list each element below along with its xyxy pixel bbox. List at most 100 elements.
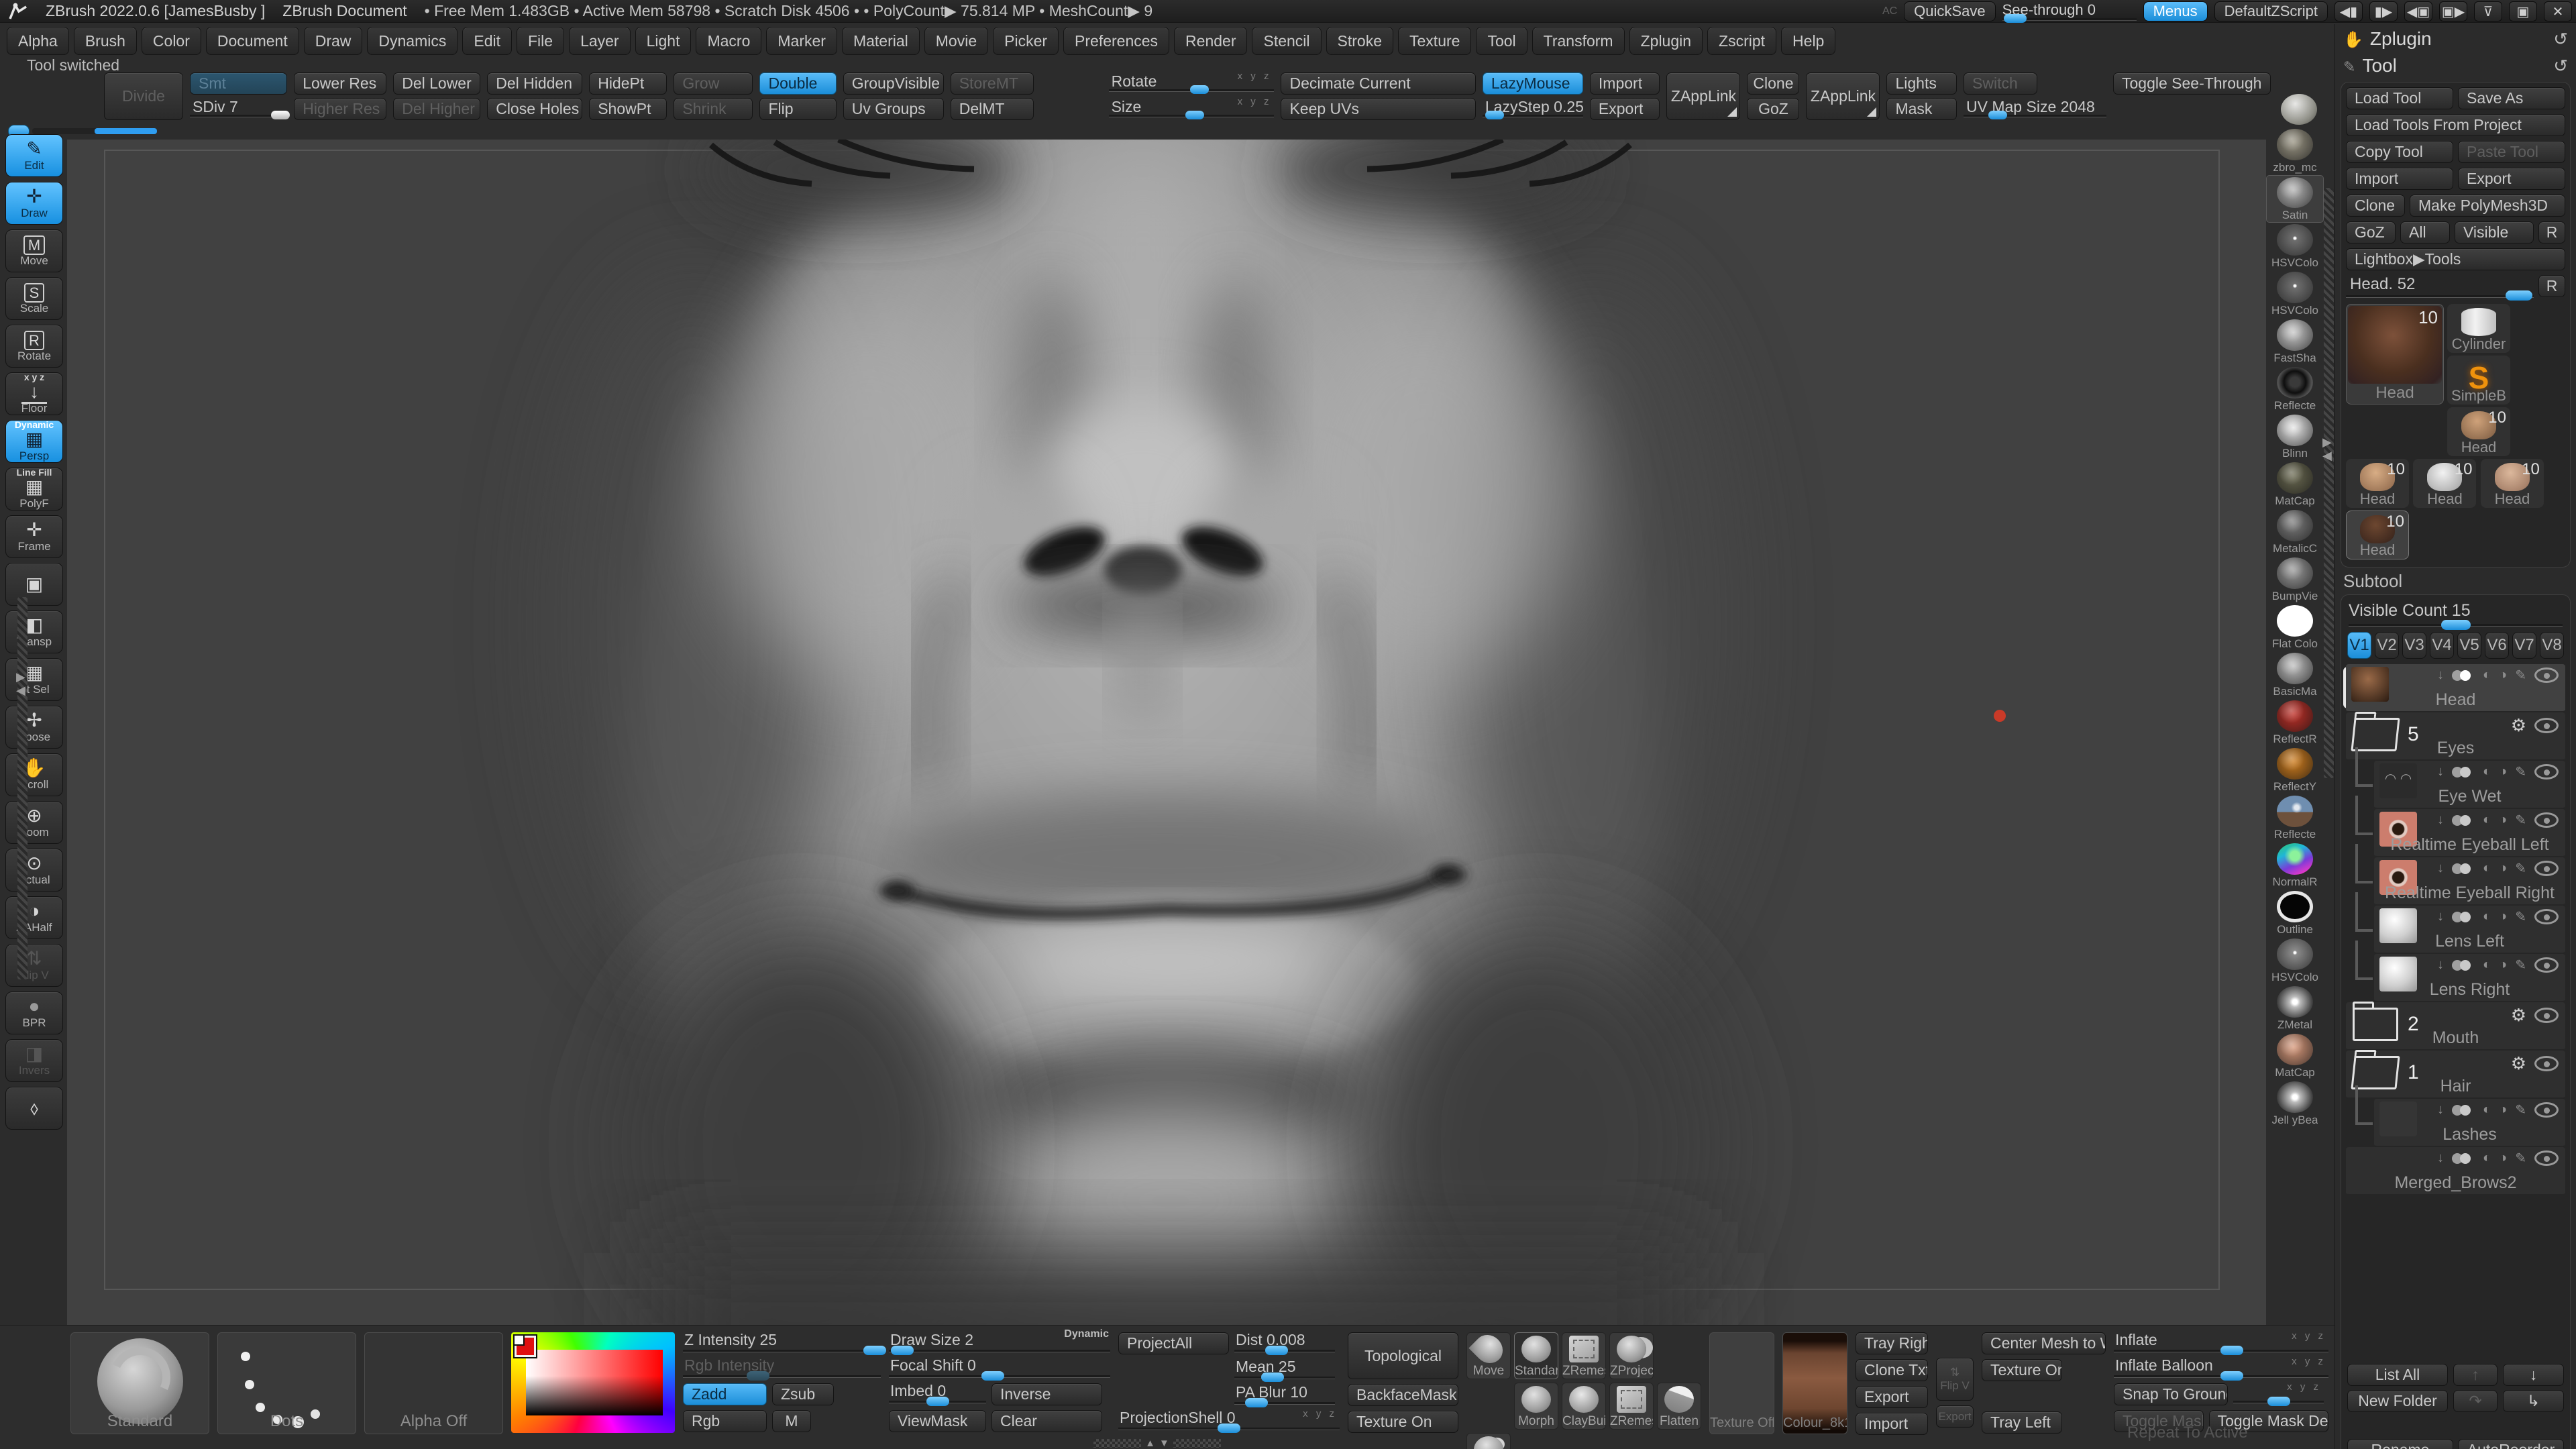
material-item[interactable]: Reflecte bbox=[2266, 366, 2324, 413]
del-hidden-button[interactable]: Del Hidden bbox=[487, 72, 582, 95]
quick-brush-thumbnail[interactable]: ZProject bbox=[1609, 1332, 1654, 1379]
shrink-button[interactable]: Shrink bbox=[674, 98, 753, 120]
material-item[interactable]: MatCap bbox=[2266, 461, 2324, 508]
color-picker[interactable] bbox=[511, 1332, 675, 1433]
inflate-slider[interactable]: Inflate x y z bbox=[2114, 1332, 2328, 1353]
polypaint-icon[interactable] bbox=[2452, 670, 2475, 681]
material-item[interactable]: Reflecte bbox=[2266, 794, 2324, 842]
visibility-eye-icon[interactable] bbox=[2534, 812, 2559, 828]
lower-res-button[interactable]: Lower Res bbox=[294, 72, 386, 95]
move-down-icon-button[interactable]: ↓ bbox=[2503, 1364, 2564, 1386]
left-toolbar-button[interactable]: Transp bbox=[5, 610, 63, 653]
delmt-button[interactable]: DelMT bbox=[951, 98, 1034, 120]
left-toolbar-button[interactable]: Actual bbox=[5, 849, 63, 892]
import-texture-button[interactable]: Import bbox=[1856, 1413, 1928, 1435]
menu-item[interactable]: Brush bbox=[74, 27, 137, 55]
quick-brush-thumbnail[interactable]: Move bbox=[1466, 1332, 1511, 1379]
refresh-icon[interactable] bbox=[2553, 55, 2568, 76]
imbed-slider[interactable]: Imbed 0 bbox=[889, 1383, 986, 1404]
link-arrow-icon[interactable]: ↓ bbox=[2437, 764, 2444, 780]
menu-item[interactable]: Zplugin bbox=[1629, 27, 1703, 55]
paint-brush-icon[interactable]: ✎ bbox=[2515, 812, 2526, 828]
active-tool-slider[interactable]: Head. 52 bbox=[2346, 275, 2534, 299]
menu-item[interactable]: Picker bbox=[993, 27, 1059, 55]
material-item[interactable]: BasicMa bbox=[2266, 651, 2324, 699]
right-tray-collapse-arrows[interactable]: ▶◀ bbox=[2322, 436, 2332, 462]
visibility-eye-icon[interactable] bbox=[2534, 1102, 2559, 1118]
polypaint-icon[interactable] bbox=[2452, 912, 2475, 922]
gear-icon[interactable] bbox=[2511, 1053, 2526, 1074]
visibility-eye-icon[interactable] bbox=[2534, 1056, 2559, 1071]
left-tray-toggle-icon[interactable]: ◀▮ bbox=[2334, 1, 2363, 21]
zplugin-header[interactable]: Zplugin bbox=[2341, 25, 2571, 52]
visibility-eye-icon[interactable] bbox=[2534, 1150, 2559, 1166]
import-button[interactable]: Import bbox=[1590, 72, 1660, 95]
inflate-balloon-slider[interactable]: Inflate Balloon x y z bbox=[2114, 1358, 2328, 1379]
zapplink-button[interactable]: ZAppLink bbox=[1666, 72, 1740, 120]
z-intensity-slider[interactable]: Z Intensity 25 bbox=[683, 1332, 881, 1353]
material-item[interactable]: Blinn bbox=[2266, 413, 2324, 461]
lazystep-slider[interactable]: LazyStep 0.25 bbox=[1483, 98, 1583, 120]
shade-icon[interactable]: ◐ bbox=[2483, 764, 2491, 780]
tool-thumbnail[interactable]: 10 Head bbox=[2447, 407, 2510, 456]
view-tab[interactable]: V3 bbox=[2402, 632, 2426, 659]
snap-to-ground-button[interactable]: Snap To Ground bbox=[2114, 1383, 2228, 1405]
subtool-row[interactable]: 1 ↓ ◐ ◑ ✎ bbox=[2346, 1051, 2565, 1099]
left-toolbar-button[interactable]: AAHalf bbox=[5, 896, 63, 939]
active-tool-thumbnail[interactable]: 10 Head bbox=[2346, 304, 2444, 405]
link-arrow-icon[interactable]: ↓ bbox=[2437, 667, 2444, 683]
quick-brush-thumbnail[interactable]: Inflat bbox=[1466, 1433, 1511, 1449]
paint-brush-icon[interactable]: ✎ bbox=[2515, 1150, 2526, 1167]
menu-item[interactable]: Zscript bbox=[1707, 27, 1776, 55]
rename-button[interactable]: Rename bbox=[2347, 1439, 2453, 1449]
copy-tool-button[interactable]: Copy Tool bbox=[2346, 141, 2453, 163]
left-toolbar-button[interactable]: Scroll bbox=[5, 753, 63, 796]
left-toolbar-button[interactable]: Rotate bbox=[5, 325, 63, 368]
link-arrow-icon[interactable]: ↓ bbox=[2437, 909, 2444, 924]
view-tab[interactable]: V5 bbox=[2457, 632, 2481, 659]
decimate-current-button[interactable]: Decimate Current bbox=[1281, 72, 1475, 95]
subtool-row[interactable]: ↓ ◐ ◑ ✎ Lashes bbox=[2374, 1099, 2565, 1147]
gear-icon[interactable] bbox=[2511, 715, 2526, 736]
tool-r-button[interactable]: R bbox=[2538, 275, 2565, 297]
link-arrow-icon[interactable]: ↓ bbox=[2437, 861, 2444, 876]
menu-item[interactable]: Color bbox=[142, 27, 201, 55]
current-material-preview[interactable] bbox=[2281, 94, 2317, 125]
quick-brush-thumbnail[interactable]: Flatten bbox=[1657, 1383, 1701, 1430]
left-toolbar-button[interactable]: Draw bbox=[5, 182, 63, 225]
higher-res-button[interactable]: Higher Res bbox=[294, 98, 386, 120]
clear-button[interactable]: Clear bbox=[991, 1410, 1102, 1432]
menu-item[interactable]: Help bbox=[1781, 27, 1835, 55]
uv-map-size-slider[interactable]: UV Map Size 2048 bbox=[1964, 98, 2106, 120]
menu-item[interactable]: Document bbox=[206, 27, 299, 55]
tool-thumbnail[interactable]: 10 Head bbox=[2481, 459, 2544, 508]
export-button[interactable]: Export bbox=[1590, 98, 1660, 120]
close-holes-button[interactable]: Close Holes bbox=[487, 98, 582, 120]
new-folder-button[interactable]: New Folder bbox=[2347, 1390, 2448, 1412]
left-toolbar-button[interactable] bbox=[5, 1087, 63, 1130]
material-item[interactable]: ZMetal bbox=[2266, 985, 2324, 1032]
material-item[interactable]: NormalR bbox=[2266, 842, 2324, 890]
texture-off-slot[interactable]: Texture Off bbox=[1709, 1332, 1774, 1434]
autoreorder-button[interactable]: AutoReorder bbox=[2458, 1439, 2564, 1449]
quick-brush-thumbnail[interactable]: Morph bbox=[1514, 1383, 1558, 1430]
shade-icon[interactable]: ◐ bbox=[2483, 909, 2491, 924]
refresh-icon[interactable] bbox=[2553, 28, 2568, 50]
make-polymesh3d-button[interactable]: Make PolyMesh3D bbox=[2410, 195, 2565, 217]
contrast-icon[interactable]: ◑ bbox=[2499, 1150, 2507, 1166]
polypaint-icon[interactable] bbox=[2452, 960, 2475, 971]
paint-brush-icon[interactable]: ✎ bbox=[2515, 908, 2526, 925]
left-toolbar-button[interactable]: Dynamic Persp bbox=[5, 420, 63, 463]
material-item[interactable]: FastSha bbox=[2266, 318, 2324, 366]
subtool-row[interactable]: ↓ ◐ ◑ ✎ Merged_Brows2 bbox=[2346, 1147, 2565, 1195]
menus-toggle-button[interactable]: Menus bbox=[2143, 1, 2208, 21]
tray-left-button[interactable]: Tray Left bbox=[1982, 1411, 2062, 1434]
view-tab[interactable]: V1 bbox=[2347, 632, 2371, 659]
saturation-value-square[interactable] bbox=[526, 1350, 663, 1415]
texture-on-button[interactable]: Texture On bbox=[1348, 1411, 1458, 1433]
material-item[interactable]: MetalicC bbox=[2266, 508, 2324, 556]
subtool-row[interactable]: ↓ ◐ ◑ ✎ Head bbox=[2346, 664, 2565, 712]
material-item[interactable]: BumpVie bbox=[2266, 556, 2324, 604]
left-toolbar-button[interactable]: Move bbox=[5, 229, 63, 272]
uv-groups-button[interactable]: Uv Groups bbox=[843, 98, 944, 120]
